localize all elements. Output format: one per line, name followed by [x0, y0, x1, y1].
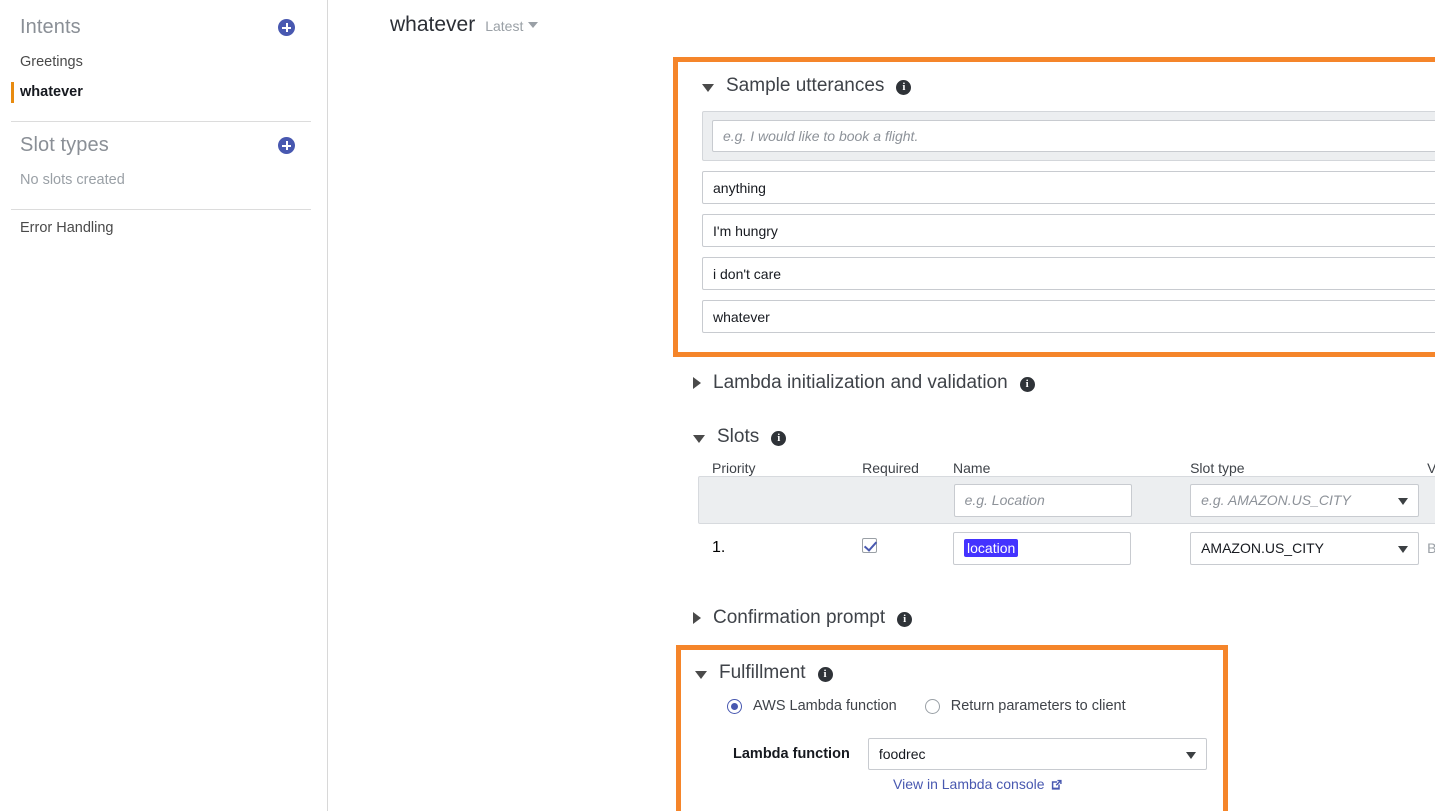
add-intent-icon[interactable]: [278, 19, 295, 36]
slot-version-value: Built-in: [1427, 540, 1435, 556]
section-title: Fulfillment: [719, 662, 806, 683]
utterance-row: [702, 171, 1435, 204]
slot-required-cell: [862, 538, 953, 558]
sidebar-divider-1: [11, 121, 311, 122]
lambda-function-label: Lambda function: [733, 746, 850, 762]
expand-triangle-icon[interactable]: [693, 377, 701, 389]
sidebar-item-label: Error Handling: [20, 220, 114, 236]
info-icon[interactable]: i: [1019, 376, 1035, 392]
fulfillment-options: AWS Lambda function Return parameters to…: [727, 698, 1223, 714]
radio-button[interactable]: [924, 698, 940, 714]
page-title: whatever: [390, 13, 476, 36]
version-selector[interactable]: Latest: [485, 18, 539, 34]
slots-table: Priority Required Name Slot type Version…: [698, 460, 1435, 572]
intent-header: whatever Latest: [328, 0, 1435, 37]
slots-header[interactable]: Slots i: [693, 426, 787, 448]
chevron-down-icon: [1185, 752, 1196, 759]
utterance-row: [702, 300, 1435, 333]
slots-table-header: Priority Required Name Slot type Version…: [698, 460, 1435, 476]
add-slot-type-icon[interactable]: [278, 137, 295, 154]
section-title: Slots: [717, 426, 760, 447]
slot-name-cell: location: [953, 531, 1190, 565]
utterance-input[interactable]: [702, 214, 1435, 247]
sidebar-item-label: whatever: [20, 84, 83, 100]
option-aws-lambda-function[interactable]: AWS Lambda function: [727, 698, 897, 714]
sidebar-slot-types-title: Slot types: [20, 134, 109, 156]
collapse-triangle-icon[interactable]: [702, 83, 714, 92]
option-return-parameters-to-client[interactable]: Return parameters to client: [924, 698, 1126, 714]
lex-intent-editor: Intents Greetings whatever Slot types No…: [0, 0, 1435, 811]
column-header-priority: Priority: [712, 460, 756, 476]
sidebar-empty-label: No slots created: [20, 172, 125, 188]
slot-type-cell: AMAZON.US_CITY: [1190, 531, 1427, 565]
chevron-down-icon: [528, 22, 539, 28]
slot-name-value: location: [964, 539, 1019, 557]
chevron-down-icon: [1398, 545, 1409, 553]
column-header-slot-type: Slot type: [1190, 460, 1245, 476]
option-label: AWS Lambda function: [753, 698, 897, 714]
link-label: View in Lambda console: [893, 776, 1045, 792]
view-in-lambda-console-link[interactable]: View in Lambda console: [893, 776, 1063, 792]
sidebar-no-slots-message: No slots created: [0, 165, 327, 195]
lambda-function-value: foodrec: [867, 738, 1207, 770]
fulfillment-header[interactable]: Fulfillment i: [695, 662, 1223, 684]
info-icon[interactable]: i: [817, 666, 833, 682]
confirmation-prompt-header[interactable]: Confirmation prompt i: [693, 607, 913, 629]
slot-version-select[interactable]: Built-in: [1427, 540, 1435, 556]
slot-required-checkbox[interactable]: [862, 538, 878, 553]
new-utterance-row: [702, 111, 1435, 161]
lambda-function-select[interactable]: foodrec: [867, 738, 1207, 770]
slot-name-cell: [953, 483, 1191, 517]
section-title: Sample utterances: [726, 75, 885, 96]
sidebar-item-error-handling[interactable]: Error Handling: [0, 214, 327, 242]
collapse-triangle-icon[interactable]: [695, 670, 707, 679]
new-slot-name-input[interactable]: [953, 483, 1132, 517]
slot-priority: 1.: [712, 539, 726, 556]
section-title: Lambda initialization and validation: [713, 372, 1008, 393]
sidebar: Intents Greetings whatever Slot types No…: [0, 0, 328, 811]
radio-button-selected[interactable]: [727, 698, 742, 714]
sidebar-section-slot-types: Slot types: [0, 126, 327, 165]
column-header-name: Name: [953, 460, 991, 476]
utterance-input[interactable]: [702, 171, 1435, 204]
new-slot-type-select[interactable]: e.g. AMAZON.US_CITY: [1190, 483, 1420, 517]
slot-row: 1. location AMAZON.US_CITY B: [698, 524, 1435, 572]
lambda-initialization-header[interactable]: Lambda initialization and validation i: [693, 372, 1035, 394]
version-label: Latest: [485, 18, 524, 34]
utterance-input[interactable]: [702, 300, 1435, 333]
info-icon[interactable]: i: [897, 611, 913, 627]
slot-version-cell: Built-in: [1427, 540, 1435, 556]
sidebar-divider-2: [11, 209, 311, 210]
sample-utterances-section: Sample utterances i: [673, 57, 1435, 357]
sidebar-section-intents: Intents: [0, 8, 327, 47]
fulfillment-section: Fulfillment i AWS Lambda function Return…: [676, 645, 1228, 811]
column-header-required: Required: [862, 460, 919, 476]
slot-type-select[interactable]: AMAZON.US_CITY: [1190, 531, 1420, 565]
lambda-function-row: Lambda function foodrec: [733, 738, 1223, 770]
new-utterance-input[interactable]: [712, 120, 1435, 152]
sidebar-item-greetings[interactable]: Greetings: [0, 47, 327, 77]
chevron-down-icon: [1398, 497, 1409, 505]
collapse-triangle-icon[interactable]: [693, 434, 705, 443]
utterance-input[interactable]: [702, 257, 1435, 290]
slot-type-cell: e.g. AMAZON.US_CITY: [1190, 483, 1427, 517]
utterance-row: [702, 214, 1435, 247]
info-icon[interactable]: i: [896, 79, 912, 95]
sidebar-intents-title: Intents: [20, 16, 81, 38]
option-label: Return parameters to client: [950, 698, 1126, 714]
section-title: Confirmation prompt: [713, 607, 886, 628]
main-content: whatever Latest Sample utterances i e.g.…: [328, 0, 1435, 811]
slot-name-input[interactable]: location: [953, 531, 1132, 565]
sidebar-item-whatever[interactable]: whatever: [0, 77, 327, 107]
new-slot-type-value: e.g. AMAZON.US_CITY: [1190, 483, 1420, 517]
external-link-icon: [1051, 779, 1062, 790]
sample-utterances-header[interactable]: Sample utterances i: [702, 75, 1435, 97]
utterance-row: [702, 257, 1435, 290]
slot-type-value: AMAZON.US_CITY: [1190, 531, 1420, 565]
slot-template-row: e.g. AMAZON.US_CITY: [698, 476, 1435, 524]
column-header-version: Version: [1427, 460, 1435, 476]
sidebar-item-label: Greetings: [20, 54, 83, 70]
info-icon[interactable]: i: [771, 430, 787, 446]
expand-triangle-icon[interactable]: [693, 612, 701, 624]
